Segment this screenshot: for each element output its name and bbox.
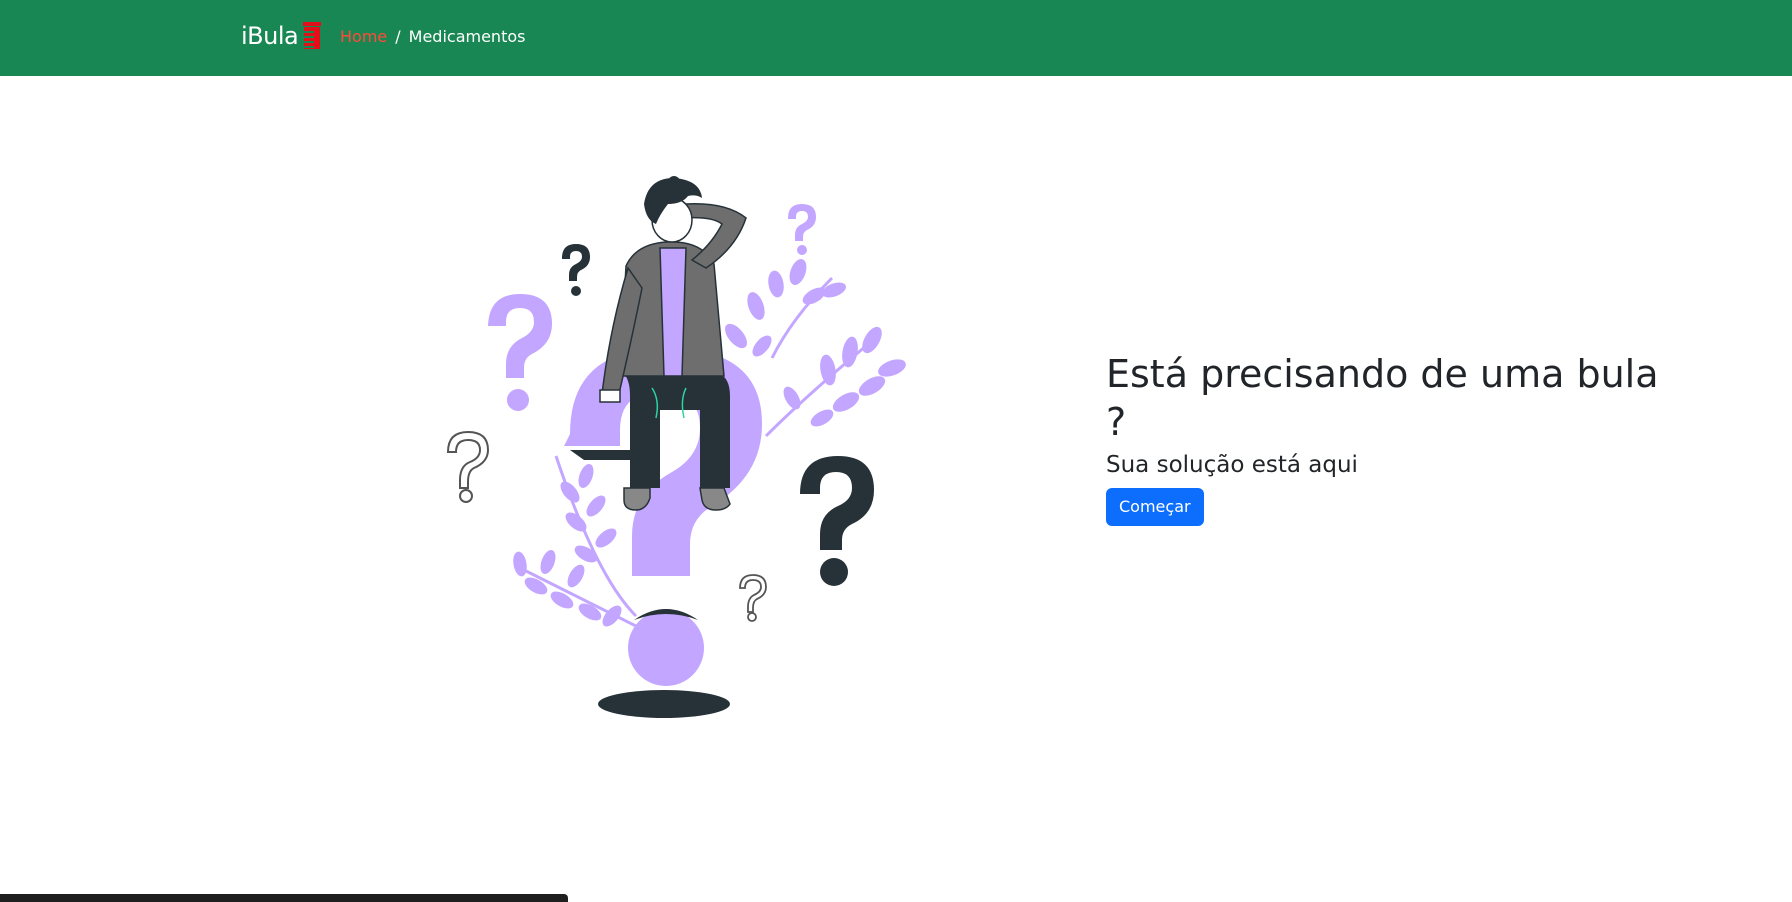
- confused-person-illustration: [436, 176, 916, 726]
- start-button[interactable]: Começar: [1106, 488, 1204, 526]
- dark-question-right-icon: [800, 456, 874, 586]
- hero-title: Está precisando de uma bula ?: [1106, 352, 1659, 444]
- ground-shadow: [598, 690, 730, 718]
- question-edge: [570, 450, 640, 460]
- hero-subtitle: Sua solução está aqui: [1106, 452, 1358, 478]
- bottom-status-bar: [0, 894, 568, 902]
- breadcrumb-separator: /: [395, 26, 401, 46]
- brand-name: iBula: [241, 22, 299, 50]
- pill-bottle-icon: [302, 22, 322, 50]
- hero-section: Está precisando de uma bula ? Sua soluçã…: [1106, 350, 1666, 526]
- dark-question-top-icon: [562, 244, 590, 296]
- breadcrumb-home-link[interactable]: Home: [340, 27, 387, 46]
- breadcrumb: Home / Medicamentos: [340, 24, 525, 48]
- leaves-left: [513, 455, 638, 628]
- purple-question-top-right-icon: [788, 204, 816, 255]
- top-navbar: iBula Home / Medicamentos: [0, 0, 1792, 76]
- outline-question-left-icon: [446, 430, 490, 503]
- purple-question-left-icon: [488, 294, 552, 411]
- outline-question-small-icon: [739, 574, 767, 622]
- breadcrumb-medicamentos-link[interactable]: Medicamentos: [409, 27, 526, 46]
- brand-link[interactable]: iBula: [241, 18, 322, 54]
